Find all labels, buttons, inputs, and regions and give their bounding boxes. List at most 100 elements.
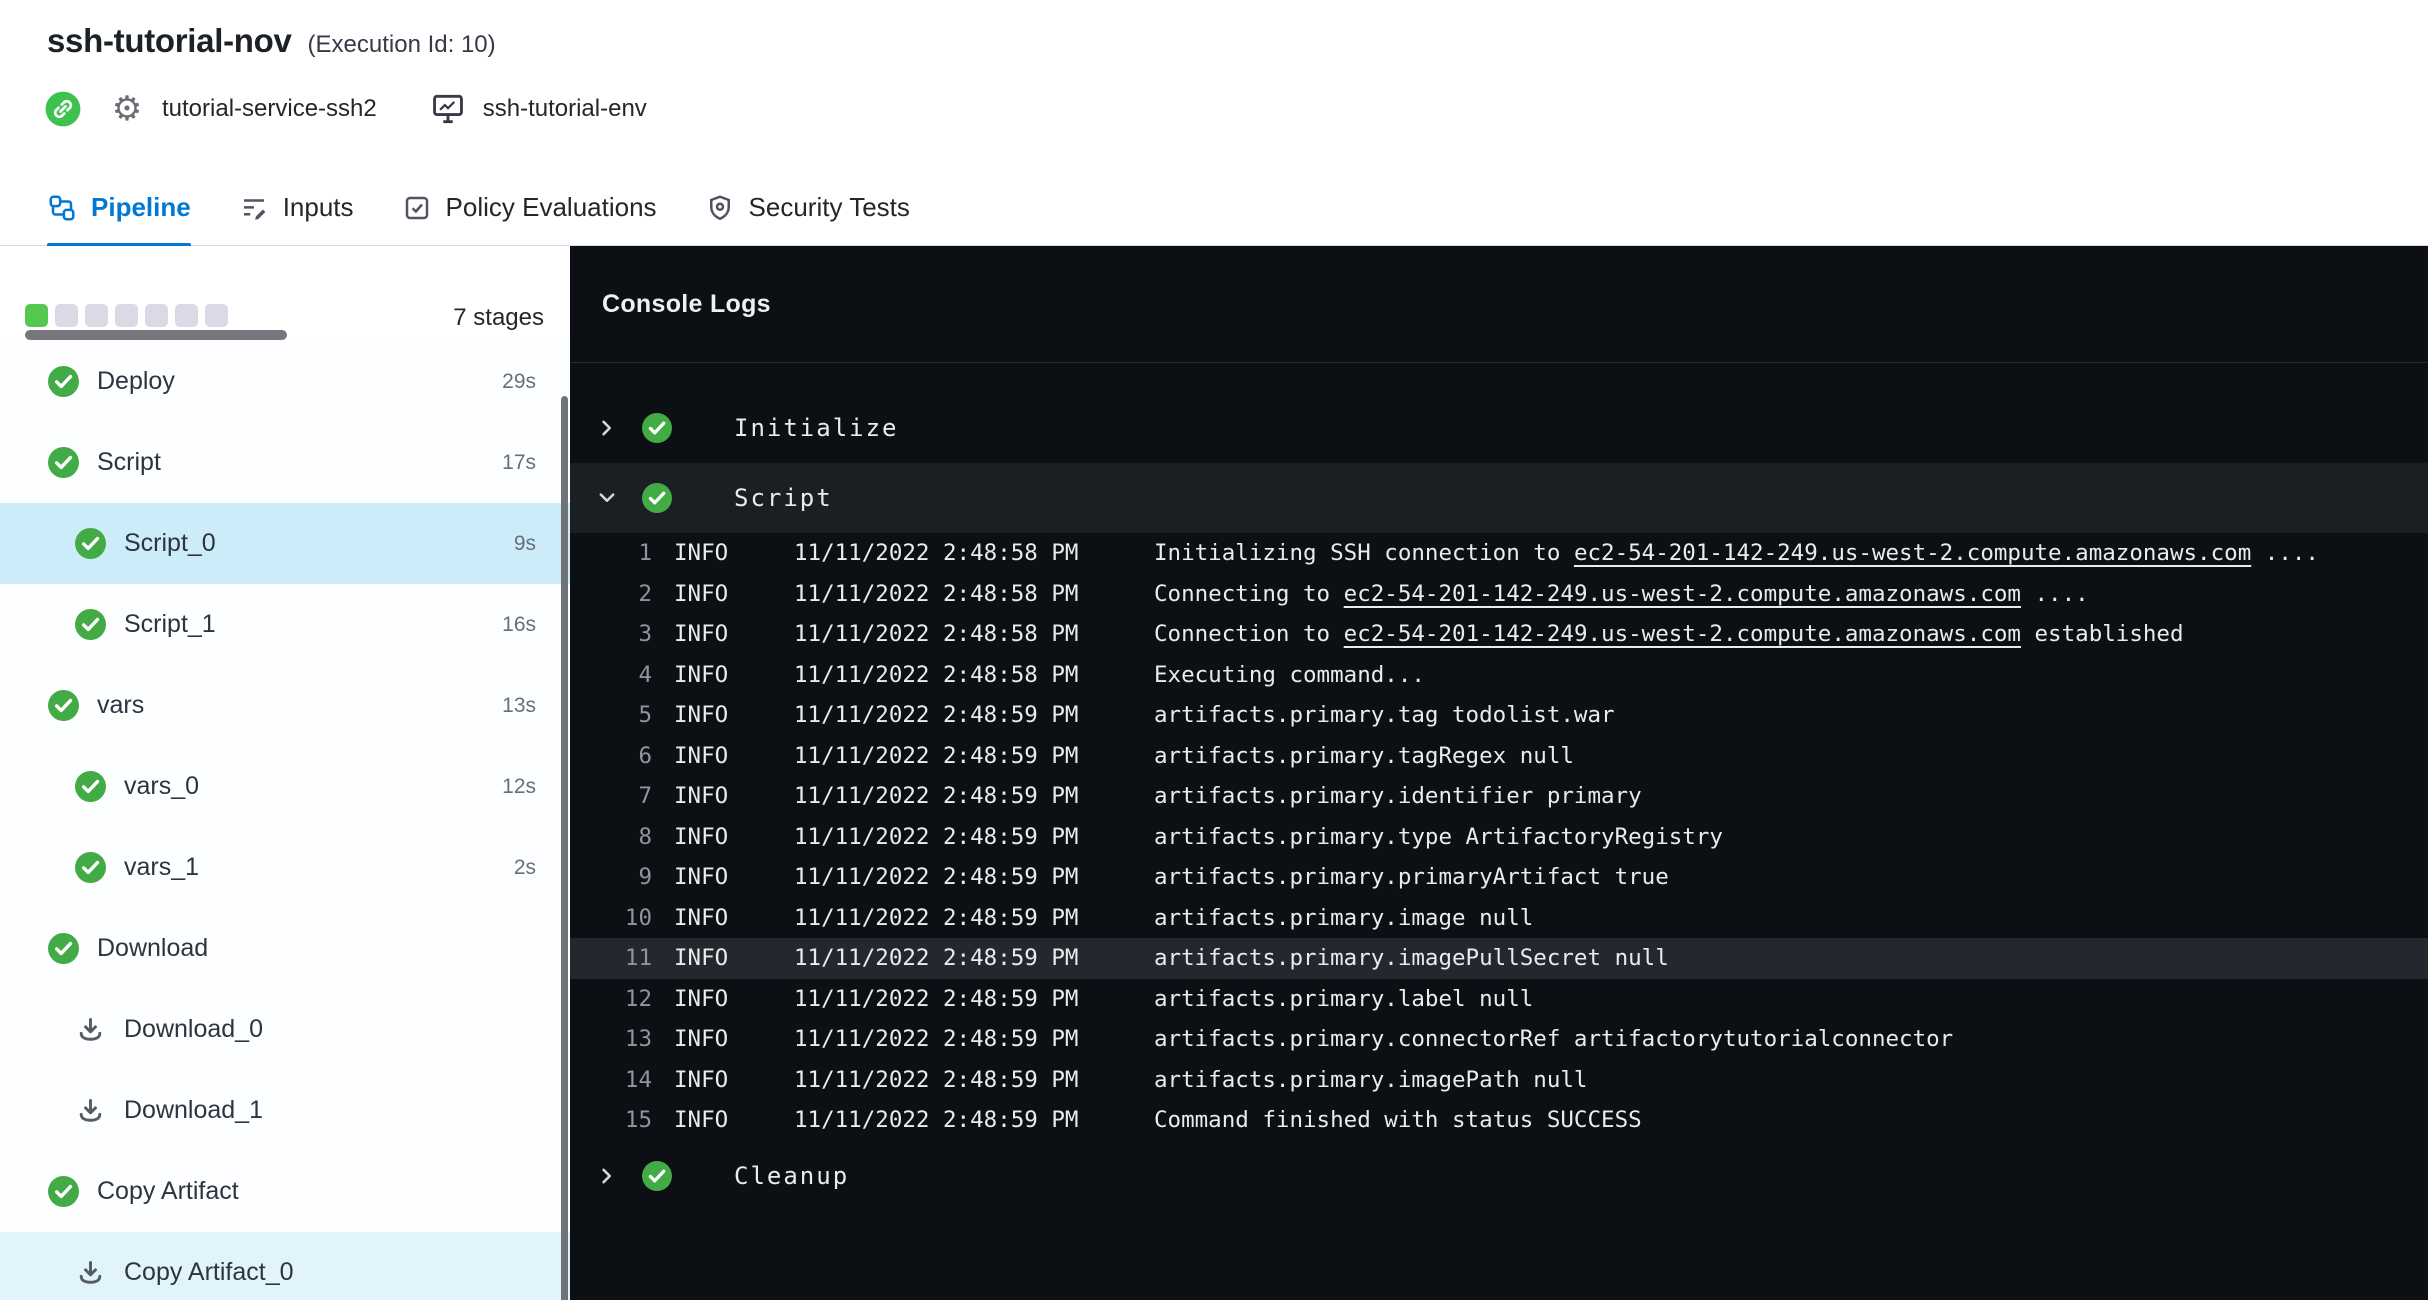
stage-duration: 9s: [514, 532, 536, 556]
service-name[interactable]: tutorial-service-ssh2: [162, 95, 377, 123]
log-section-header-script[interactable]: Script: [570, 463, 2428, 533]
step-item-vars-0[interactable]: vars_012s: [0, 746, 570, 827]
log-timestamp: 11/11/2022 2:48:59 PM: [794, 743, 1154, 769]
tab-pipeline[interactable]: Pipeline: [47, 170, 191, 245]
log-line-15: 15INFO11/11/2022 2:48:59 PMCommand finis…: [570, 1100, 2428, 1141]
stage-duration: 12s: [502, 775, 536, 799]
log-level: INFO: [674, 1107, 794, 1133]
stage-item-deploy[interactable]: Deploy29s: [0, 341, 570, 422]
title-row: ssh-tutorial-nov (Execution Id: 10): [47, 22, 496, 60]
log-message: artifacts.primary.identifier primary: [1154, 783, 1642, 809]
execution-id-label: (Execution Id: 10): [308, 31, 496, 59]
log-text: artifacts.primary.identifier primary: [1154, 783, 1642, 809]
stage-duration: 29s: [502, 370, 536, 394]
step-item-copy-artifact-0[interactable]: Copy Artifact_0: [0, 1232, 570, 1300]
log-line-number: 12: [570, 986, 652, 1012]
log-text: artifacts.primary.label null: [1154, 986, 1533, 1012]
log-timestamp: 11/11/2022 2:48:59 PM: [794, 1026, 1154, 1052]
gear-icon: ⚙: [108, 90, 146, 128]
success-check-icon: [75, 609, 106, 640]
stage-item-vars[interactable]: vars13s: [0, 665, 570, 746]
chevron-right-icon[interactable]: [596, 1165, 618, 1187]
progress-segment-6: [175, 304, 198, 327]
pipeline-icon: [47, 193, 77, 223]
log-host-link[interactable]: ec2-54-201-142-249.us-west-2.compute.ama…: [1344, 621, 2021, 647]
log-text: established: [2021, 621, 2184, 647]
log-line-8: 8INFO11/11/2022 2:48:59 PMartifacts.prim…: [570, 817, 2428, 858]
step-item-script-0[interactable]: Script_09s: [0, 503, 570, 584]
chevron-down-icon[interactable]: [596, 487, 618, 509]
log-timestamp: 11/11/2022 2:48:59 PM: [794, 1067, 1154, 1093]
console-panel: Console Logs InitializeScript1INFO11/11/…: [570, 246, 2428, 1300]
log-line-number: 8: [570, 824, 652, 850]
log-text: Connecting to: [1154, 581, 1344, 607]
success-check-icon: [642, 483, 672, 513]
log-host-link[interactable]: ec2-54-201-142-249.us-west-2.compute.ama…: [1344, 581, 2021, 607]
tab-policy-evaluations[interactable]: Policy Evaluations: [402, 170, 657, 245]
log-line-number: 7: [570, 783, 652, 809]
step-item-script-1[interactable]: Script_116s: [0, 584, 570, 665]
tab-label: Policy Evaluations: [446, 192, 657, 223]
step-item-vars-1[interactable]: vars_12s: [0, 827, 570, 908]
log-section-header-cleanup[interactable]: Cleanup: [570, 1141, 2428, 1211]
log-line-number: 3: [570, 621, 652, 647]
success-check-icon: [48, 366, 79, 397]
log-section-title: Initialize: [734, 414, 899, 442]
vertical-scrollbar-thumb[interactable]: [561, 396, 568, 1300]
log-message: artifacts.primary.label null: [1154, 986, 1533, 1012]
tab-label: Inputs: [283, 192, 354, 223]
log-line-number: 1: [570, 540, 652, 566]
log-timestamp: 11/11/2022 2:48:59 PM: [794, 905, 1154, 931]
log-section-header-initialize[interactable]: Initialize: [570, 393, 2428, 463]
log-level: INFO: [674, 824, 794, 850]
log-timestamp: 11/11/2022 2:48:59 PM: [794, 1107, 1154, 1133]
log-line-7: 7INFO11/11/2022 2:48:59 PMartifacts.prim…: [570, 776, 2428, 817]
step-item-download-0[interactable]: Download_0: [0, 989, 570, 1070]
log-level: INFO: [674, 864, 794, 890]
stage-label: Download_0: [124, 1015, 536, 1044]
stage-duration: 17s: [502, 451, 536, 475]
chevron-right-icon[interactable]: [596, 417, 618, 439]
log-text: artifacts.primary.connectorRef artifacto…: [1154, 1026, 1953, 1052]
log-message: artifacts.primary.connectorRef artifacto…: [1154, 1026, 1953, 1052]
progress-segment-3: [85, 304, 108, 327]
stage-label: Deploy: [97, 367, 502, 396]
log-level: INFO: [674, 945, 794, 971]
log-timestamp: 11/11/2022 2:48:59 PM: [794, 824, 1154, 850]
service-environment-row: ⚙ tutorial-service-ssh2 ssh-tutorial-env: [44, 90, 647, 128]
tab-security-tests[interactable]: Security Tests: [705, 170, 910, 245]
stage-duration: 13s: [502, 694, 536, 718]
tab-label: Pipeline: [91, 192, 191, 223]
log-section-title: Script: [734, 484, 833, 512]
tab-inputs[interactable]: Inputs: [239, 170, 354, 245]
log-message: artifacts.primary.image null: [1154, 905, 1533, 931]
console-header: Console Logs: [570, 246, 2428, 363]
stage-item-script[interactable]: Script17s: [0, 422, 570, 503]
environment-name[interactable]: ssh-tutorial-env: [483, 95, 647, 123]
log-text: artifacts.primary.image null: [1154, 905, 1533, 931]
success-check-icon: [48, 1176, 79, 1207]
log-timestamp: 11/11/2022 2:48:59 PM: [794, 702, 1154, 728]
log-timestamp: 11/11/2022 2:48:58 PM: [794, 621, 1154, 647]
log-section-title: Cleanup: [734, 1162, 849, 1190]
log-level: INFO: [674, 581, 794, 607]
log-line-3: 3INFO11/11/2022 2:48:58 PMConnection to …: [570, 614, 2428, 655]
log-message: Initializing SSH connection to ec2-54-20…: [1154, 540, 2319, 566]
step-item-download-1[interactable]: Download_1: [0, 1070, 570, 1151]
stage-item-download[interactable]: Download: [0, 908, 570, 989]
horizontal-scrollbar-thumb[interactable]: [25, 330, 287, 340]
page-title: ssh-tutorial-nov: [47, 22, 292, 60]
log-line-number: 5: [570, 702, 652, 728]
stage-label: vars: [97, 691, 502, 720]
log-timestamp: 11/11/2022 2:48:59 PM: [794, 783, 1154, 809]
log-host-link[interactable]: ec2-54-201-142-249.us-west-2.compute.ama…: [1574, 540, 2251, 566]
log-line-1: 1INFO11/11/2022 2:48:58 PMInitializing S…: [570, 533, 2428, 574]
policy-evaluations-icon: [402, 193, 432, 223]
stage-item-copy-artifact[interactable]: Copy Artifact: [0, 1151, 570, 1232]
log-level: INFO: [674, 702, 794, 728]
progress-segment-1: [25, 304, 48, 327]
stage-label: Download_1: [124, 1096, 536, 1125]
success-check-icon: [75, 771, 106, 802]
log-line-6: 6INFO11/11/2022 2:48:59 PMartifacts.prim…: [570, 736, 2428, 777]
progress-segment-7: [205, 304, 228, 327]
